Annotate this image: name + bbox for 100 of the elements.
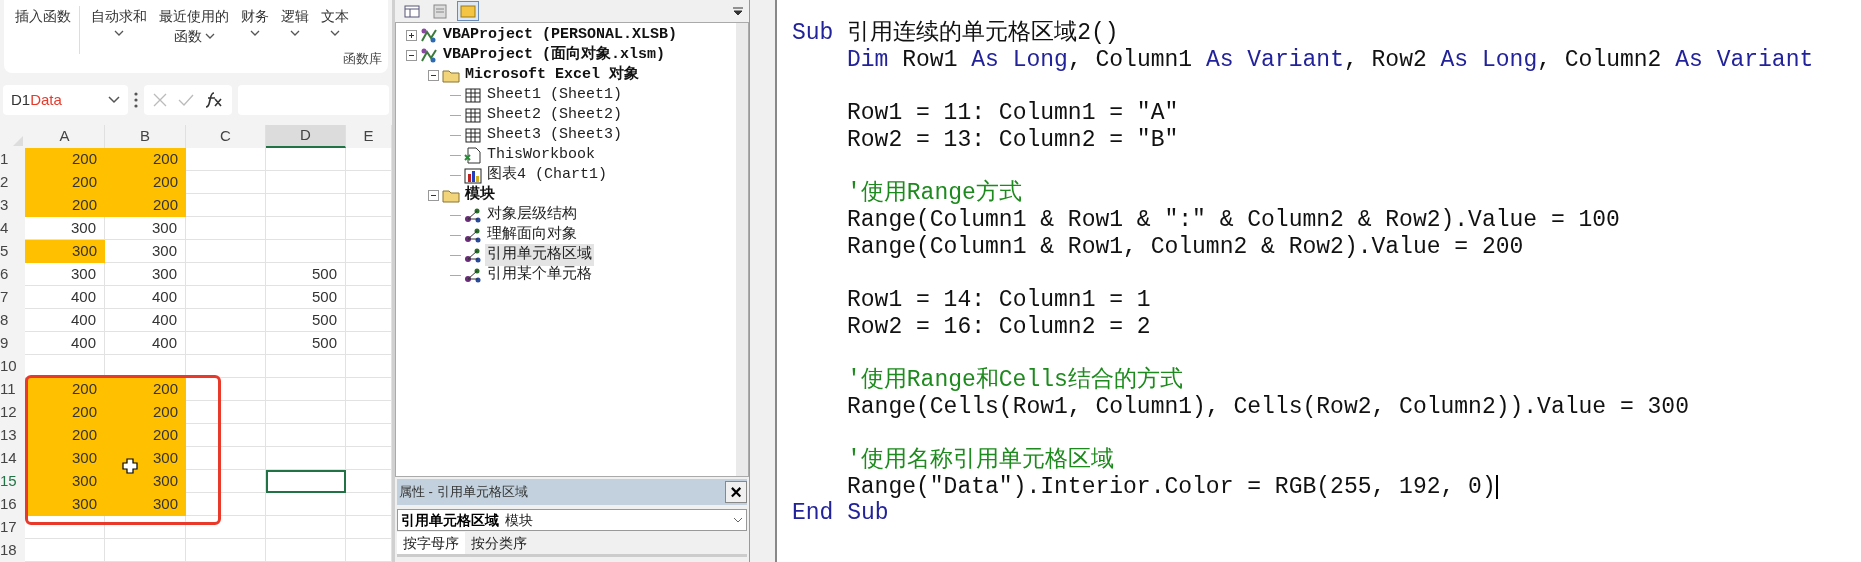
table-cell[interactable] — [266, 171, 346, 194]
table-cell[interactable]: 300 — [25, 263, 105, 286]
table-cell[interactable] — [186, 286, 266, 309]
row-header[interactable]: 16 — [0, 493, 25, 516]
table-cell[interactable]: 500 — [266, 286, 346, 309]
column-header[interactable]: D — [266, 125, 346, 148]
row-header[interactable]: 18 — [0, 539, 25, 562]
table-cell[interactable] — [186, 539, 266, 562]
table-cell[interactable]: 300 — [105, 217, 186, 240]
table-cell[interactable] — [186, 401, 266, 424]
table-cell[interactable] — [266, 240, 346, 263]
row-header[interactable]: 7 — [0, 286, 25, 309]
table-cell[interactable] — [346, 263, 392, 286]
row-header[interactable]: 8 — [0, 309, 25, 332]
row-header[interactable]: 2 — [0, 171, 25, 194]
table-cell[interactable]: 500 — [266, 309, 346, 332]
table-cell[interactable] — [186, 332, 266, 355]
cancel-icon[interactable] — [153, 92, 168, 107]
table-cell[interactable]: 300 — [105, 470, 186, 493]
table-cell[interactable]: 300 — [25, 447, 105, 470]
table-cell[interactable]: 400 — [25, 309, 105, 332]
table-cell[interactable] — [346, 424, 392, 447]
column-header[interactable]: A — [25, 125, 105, 148]
table-cell[interactable] — [186, 217, 266, 240]
properties-tab[interactable]: 按字母序 — [397, 532, 465, 554]
table-cell[interactable]: 400 — [105, 332, 186, 355]
table-cell[interactable] — [346, 401, 392, 424]
ribbon-button[interactable]: 逻辑 — [278, 6, 312, 36]
table-cell[interactable]: 400 — [25, 286, 105, 309]
ribbon-button[interactable]: 自动求和 — [88, 6, 150, 36]
table-cell[interactable] — [346, 309, 392, 332]
row-header[interactable]: 13 — [0, 424, 25, 447]
table-cell[interactable]: 300 — [25, 493, 105, 516]
table-cell[interactable] — [186, 470, 266, 493]
table-cell[interactable] — [266, 401, 346, 424]
row-header[interactable]: 12 — [0, 401, 25, 424]
table-cell[interactable] — [346, 286, 392, 309]
row-header[interactable]: 17 — [0, 516, 25, 539]
table-cell[interactable] — [346, 171, 392, 194]
table-cell[interactable] — [186, 194, 266, 217]
table-cell[interactable]: 200 — [105, 378, 186, 401]
function-icon[interactable] — [204, 91, 223, 108]
table-cell[interactable] — [346, 355, 392, 378]
table-cell[interactable] — [25, 516, 105, 539]
object-dropdown[interactable]: 引用单元格区域 模块 — [397, 509, 747, 531]
name-box[interactable]: D1Data — [3, 84, 128, 115]
table-cell[interactable]: 200 — [25, 401, 105, 424]
table-cell[interactable]: 200 — [105, 424, 186, 447]
table-cell[interactable] — [346, 539, 392, 562]
scroll-down-icon[interactable] — [733, 6, 743, 16]
table-cell[interactable] — [186, 493, 266, 516]
table-cell[interactable] — [346, 378, 392, 401]
table-cell[interactable]: 400 — [105, 309, 186, 332]
row-header[interactable]: 11 — [0, 378, 25, 401]
scrollbar[interactable] — [736, 23, 748, 476]
table-cell[interactable] — [266, 194, 346, 217]
ribbon-button[interactable]: 最近使用的 函数 — [156, 6, 232, 46]
table-cell[interactable]: 200 — [25, 148, 105, 171]
table-cell[interactable] — [266, 447, 346, 470]
expander-icon[interactable] — [406, 49, 417, 61]
table-cell[interactable]: 300 — [105, 240, 186, 263]
table-cell[interactable]: 400 — [25, 332, 105, 355]
column-header[interactable]: C — [186, 125, 266, 148]
table-cell[interactable] — [186, 516, 266, 539]
table-cell[interactable] — [186, 263, 266, 286]
table-cell[interactable] — [346, 240, 392, 263]
table-cell[interactable] — [186, 240, 266, 263]
row-header[interactable]: 6 — [0, 263, 25, 286]
table-cell[interactable] — [105, 539, 186, 562]
table-cell[interactable] — [346, 194, 392, 217]
table-cell[interactable] — [186, 171, 266, 194]
row-header[interactable]: 3 — [0, 194, 25, 217]
more-icon[interactable] — [134, 91, 138, 108]
table-cell[interactable] — [266, 539, 346, 562]
table-cell[interactable] — [25, 539, 105, 562]
table-cell[interactable] — [346, 516, 392, 539]
table-cell[interactable]: 200 — [105, 148, 186, 171]
table-cell[interactable] — [186, 447, 266, 470]
table-cell[interactable] — [266, 516, 346, 539]
expander-icon[interactable] — [428, 69, 439, 81]
table-cell[interactable] — [186, 148, 266, 171]
ribbon-button[interactable]: 文本 — [318, 6, 352, 36]
table-cell[interactable]: 500 — [266, 332, 346, 355]
column-header[interactable]: B — [105, 125, 186, 148]
table-cell[interactable]: 200 — [25, 424, 105, 447]
table-cell[interactable]: 300 — [105, 493, 186, 516]
row-header[interactable]: 10 — [0, 355, 25, 378]
check-icon[interactable] — [178, 93, 194, 106]
expander-icon[interactable] — [428, 189, 439, 201]
table-cell[interactable] — [186, 378, 266, 401]
row-header[interactable]: 1 — [0, 148, 25, 171]
ribbon-button[interactable]: 财务 — [238, 6, 272, 36]
table-cell[interactable]: 200 — [105, 194, 186, 217]
table-cell[interactable]: 500 — [266, 263, 346, 286]
table-cell[interactable] — [346, 493, 392, 516]
close-button[interactable]: × — [725, 481, 747, 503]
table-cell[interactable]: 400 — [105, 286, 186, 309]
table-cell[interactable] — [346, 470, 392, 493]
row-header[interactable]: 15 — [0, 470, 25, 493]
table-cell[interactable] — [266, 493, 346, 516]
